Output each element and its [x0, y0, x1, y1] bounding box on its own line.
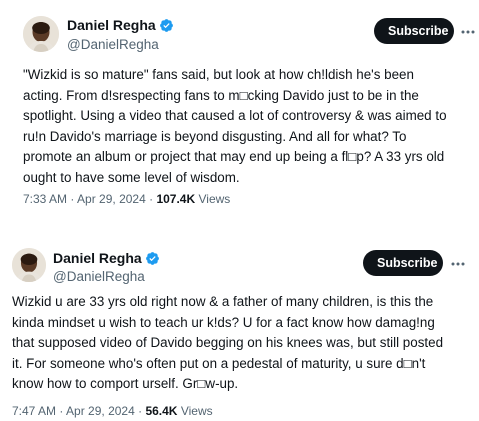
more-horizontal-icon[interactable]	[450, 256, 466, 272]
author-name-row: Daniel Regha	[53, 250, 160, 266]
author-name-row: Daniel Regha	[67, 17, 174, 33]
tweet-date[interactable]: Apr 29, 2024	[77, 192, 146, 206]
subscribe-button[interactable]: Subscribe	[374, 18, 454, 44]
views-count: 107.4K	[156, 192, 196, 206]
tweet-text-line: that supposed video of Davido begging on…	[12, 335, 444, 350]
author-display-name[interactable]: Daniel Regha	[53, 250, 142, 266]
tweet-text-line: acting. From d!srespecting fans to m□cki…	[23, 87, 419, 103]
avatar[interactable]	[23, 16, 59, 52]
tweet-text: Wizkid u are 33 yrs old right now & a fa…	[12, 292, 474, 395]
views-label: Views	[180, 404, 213, 418]
author-handle[interactable]: @DanielRegha	[67, 37, 159, 52]
views-count: 56.4K	[145, 404, 178, 418]
tweet-text-line: promote an album or project that may end…	[23, 149, 445, 164]
tweet-text-line: kinda mindset u wish to teach ur k!ds? U…	[12, 314, 435, 330]
more-horizontal-icon[interactable]	[460, 24, 476, 40]
tweet-text-line: know how to comport urself. Gr□w-up.	[12, 376, 239, 391]
tweet-date[interactable]: Apr 29, 2024	[66, 404, 135, 418]
tweet-time[interactable]: 7:33 AM	[23, 192, 67, 206]
author-display-name[interactable]: Daniel Regha	[67, 17, 156, 33]
verified-badge-icon[interactable]	[145, 251, 160, 266]
views-label: Views	[198, 192, 231, 206]
tweet-card[interactable]: Daniel Regha @DanielRegha Subscribe "Wiz…	[0, 0, 479, 226]
tweet-text-line: ru!n Davido's marriage is beyond disgust…	[23, 128, 407, 144]
avatar[interactable]	[12, 248, 46, 282]
tweet-text-line: "Wizkid is so mature" fans said, but loo…	[23, 67, 414, 82]
tweet-text-line: spotlight. Using a video that caused a l…	[23, 108, 447, 123]
tweet-text-line: it. For someone who's often put on a ped…	[12, 355, 426, 371]
tweet-time[interactable]: 7:47 AM	[12, 404, 56, 418]
verified-badge-icon[interactable]	[159, 18, 174, 33]
author-handle[interactable]: @DanielRegha	[53, 269, 145, 284]
tweet-meta: 7:33 AM · Apr 29, 2024 · 107.4K Views	[23, 192, 230, 206]
tweet-text-line: Wizkid u are 33 yrs old right now & a fa…	[12, 294, 434, 309]
subscribe-button[interactable]: Subscribe	[363, 250, 443, 276]
tweet-text-line: ought to have some level of wisdom.	[23, 169, 240, 185]
tweet-card[interactable]: Daniel Regha @DanielRegha Subscribe Wizk…	[0, 234, 479, 421]
tweet-text: "Wizkid is so mature" fans said, but loo…	[23, 65, 473, 188]
tweet-meta: 7:47 AM · Apr 29, 2024 · 56.4K Views	[12, 404, 213, 418]
